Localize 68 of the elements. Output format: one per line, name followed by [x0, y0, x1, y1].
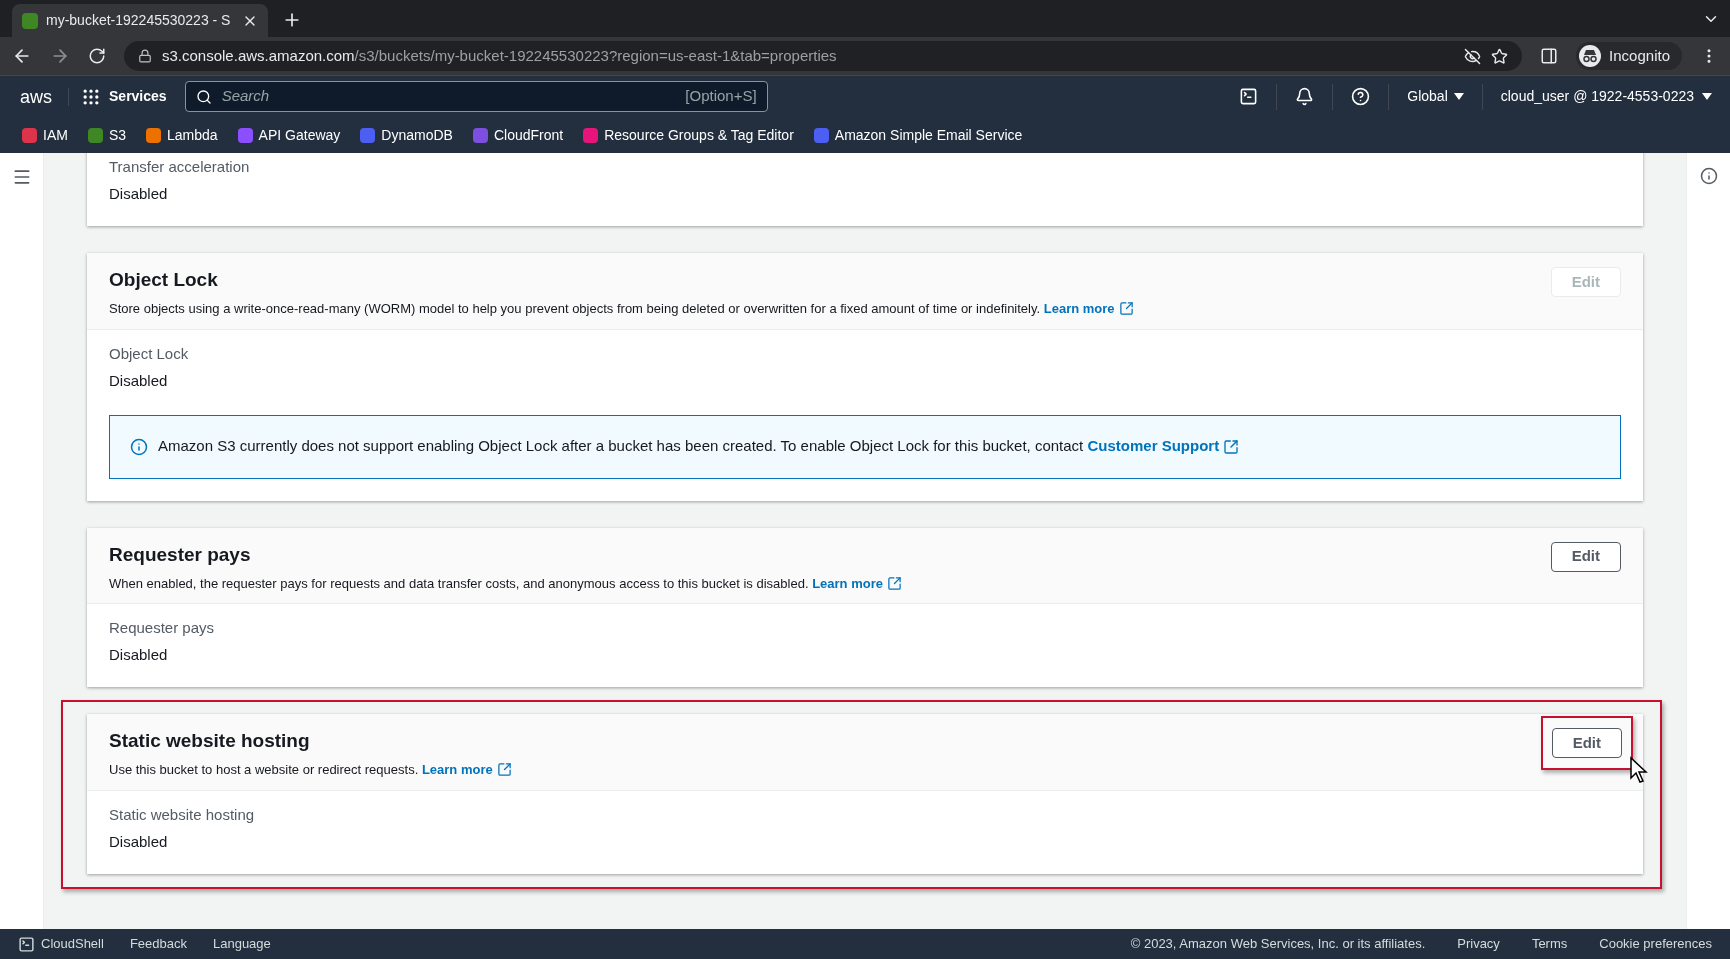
url-text: s3.console.aws.amazon.com/s3/buckets/my-bucket-192245530223?region=us-east-1&tab=properties [162, 45, 838, 66]
incognito-badge[interactable]: Incognito [1576, 42, 1682, 70]
alert-message: Amazon S3 currently does not support enabling Object Lock after a bucket has been created. To enable Object Lock for this bucket, contact Customer Support [158, 435, 1240, 458]
field-value: Disabled [109, 831, 169, 852]
search-placeholder: Search [221, 86, 271, 107]
info-icon[interactable] [1699, 167, 1718, 185]
footer-link[interactable]: Privacy [1457, 934, 1500, 954]
search-field[interactable]: Search [Option+S] [184, 81, 768, 112]
terminal-icon [18, 935, 35, 953]
field-value: Disabled [109, 184, 169, 204]
lock-icon [138, 49, 152, 63]
card-description: Use this bucket to host a website or redirect requests. Learn more [109, 760, 1541, 780]
card-description: Store objects using a write-once-read-many (WORM) model to help you prevent objects from being deleted or overwritten for a fixed amount of time or indefinitely. Learn more [109, 299, 1551, 319]
learn-more-link[interactable]: Learn more [421, 760, 512, 780]
caret-icon [1702, 92, 1712, 101]
favorite-link[interactable]: Resource Groups & Tag Editor [583, 124, 794, 146]
search-shortcut: [Option+S] [685, 86, 757, 107]
customer-support-link[interactable]: Customer Support [1087, 435, 1240, 458]
incognito-icon [1579, 45, 1602, 67]
copyright-text: © 2023, Amazon Web Services, Inc. or its affiliates. [1130, 935, 1426, 954]
favorite-link[interactable]: DynamoDB [360, 124, 453, 146]
field-label: Static website hosting [109, 804, 256, 825]
language-link[interactable]: Language [212, 934, 271, 954]
field-label: Object Lock [109, 343, 190, 364]
external-link-icon [496, 762, 512, 778]
field-value: Disabled [109, 370, 169, 391]
side-panel-icon[interactable] [1540, 47, 1559, 65]
card-description: When enabled, the requester pays for requests and data transfer costs, and anonymous access to this bucket is disabled. Learn more [109, 573, 1551, 593]
region-menu[interactable]: Global [1407, 86, 1464, 107]
external-link-icon [1118, 301, 1134, 317]
favorite-link[interactable]: S3 [87, 124, 126, 146]
help-icon[interactable] [1351, 87, 1371, 106]
favorite-link[interactable]: Lambda [146, 124, 218, 146]
external-link-icon [886, 575, 902, 591]
eye-off-icon[interactable] [1464, 47, 1482, 65]
terminal-icon[interactable] [1239, 87, 1259, 106]
learn-more-link[interactable]: Learn more [1043, 299, 1134, 319]
cloudshell-link[interactable]: CloudShell [18, 934, 104, 954]
aws-logo[interactable]: aws [20, 87, 69, 106]
edit-button[interactable]: Edit [1550, 541, 1621, 572]
reload-icon[interactable] [88, 47, 106, 65]
card-title: Object Lock [109, 268, 219, 292]
favorite-link[interactable]: IAM [22, 124, 68, 146]
star-icon[interactable] [1491, 47, 1509, 65]
footer-link[interactable]: Terms [1531, 934, 1568, 954]
feedback-link[interactable]: Feedback [129, 934, 187, 954]
browser-tab[interactable]: my-bucket-192245530223 - S [12, 4, 268, 37]
profile-name: Incognito [1609, 45, 1670, 66]
info-icon [130, 437, 148, 456]
field-label: Requester pays [109, 618, 216, 638]
bell-icon[interactable] [1295, 87, 1315, 106]
card-title: Static website hosting [109, 729, 311, 753]
account-menu[interactable]: cloud_user @ 1922-4553-0223 [1500, 86, 1712, 107]
field-value: Disabled [109, 645, 169, 665]
tab-title: my-bucket-192245530223 - S [46, 11, 232, 30]
services-button[interactable]: Services [81, 86, 167, 107]
footer-link[interactable]: Cookie preferences [1599, 934, 1712, 954]
external-link-icon [1223, 438, 1240, 455]
search-icon [195, 88, 212, 105]
favorite-link[interactable]: CloudFront [472, 124, 564, 146]
favorite-link[interactable]: API Gateway [237, 124, 341, 146]
caret-icon [1453, 92, 1464, 101]
card-title: Requester pays [109, 542, 252, 567]
learn-more-link[interactable]: Learn more [812, 573, 902, 593]
field-label: Transfer acceleration [109, 157, 251, 177]
address-bar[interactable]: s3.console.aws.amazon.com/s3/buckets/my-bucket-192245530223?region=us-east-1&tab=properties [124, 41, 1523, 71]
favorite-link[interactable]: Amazon Simple Email Service [813, 124, 1023, 146]
edit-button[interactable]: Edit [1551, 728, 1622, 758]
